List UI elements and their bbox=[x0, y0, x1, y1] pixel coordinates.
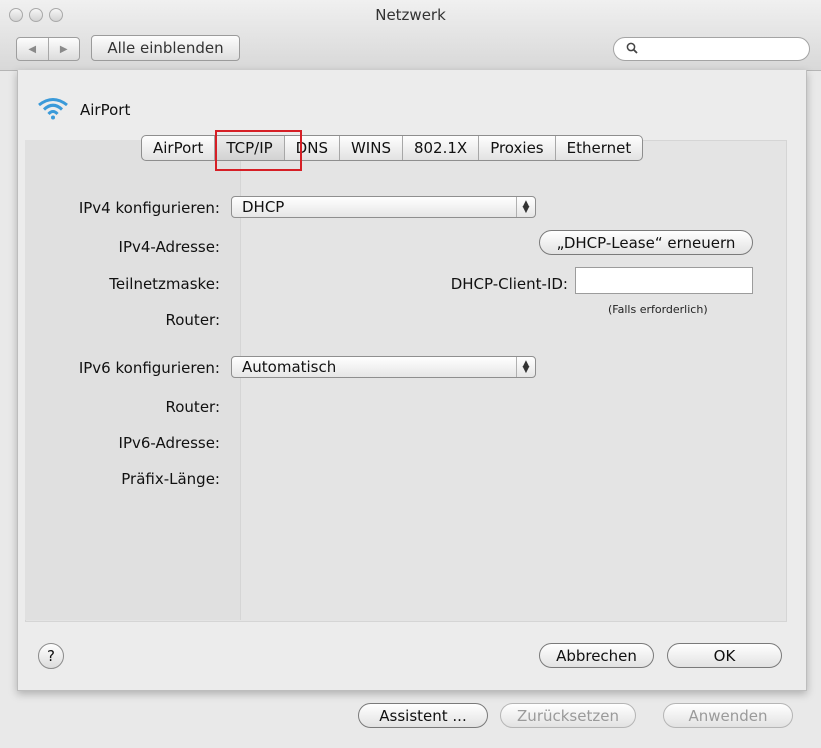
revert-button[interactable]: Zurücksetzen bbox=[500, 703, 636, 728]
apply-button[interactable]: Anwenden bbox=[663, 703, 793, 728]
ipv6-address-label: IPv6-Adresse: bbox=[118, 434, 220, 452]
service-name: AirPort bbox=[80, 101, 131, 119]
ok-button[interactable]: OK bbox=[667, 643, 782, 668]
subnet-mask-label: Teilnetzmaske: bbox=[109, 275, 220, 293]
ipv6-configure-label: IPv6 konfigurieren: bbox=[78, 359, 220, 377]
ipv4-configure-select[interactable]: DHCP ▲ ▼ bbox=[231, 196, 536, 218]
window-title: Netzwerk bbox=[375, 6, 446, 24]
cancel-button[interactable]: Abbrechen bbox=[539, 643, 654, 668]
renew-dhcp-lease-button[interactable]: „DHCP-Lease“ erneuern bbox=[539, 230, 753, 255]
ipv4-address-label: IPv4-Adresse: bbox=[118, 238, 220, 256]
service-header: AirPort bbox=[36, 96, 130, 124]
network-preferences-window: Netzwerk ◀ ▶ Alle einblenden AirPort Air… bbox=[0, 0, 821, 748]
tab-airport[interactable]: AirPort bbox=[142, 136, 216, 160]
tab-wins[interactable]: WINS bbox=[340, 136, 403, 160]
help-button[interactable]: ? bbox=[38, 643, 64, 669]
up-down-arrows-icon: ▲ ▼ bbox=[516, 357, 535, 377]
ipv6-configure-select[interactable]: Automatisch ▲ ▼ bbox=[231, 356, 536, 378]
up-down-arrows-icon: ▲ ▼ bbox=[516, 197, 535, 217]
ipv4-configure-label: IPv4 konfigurieren: bbox=[78, 199, 220, 217]
search-field[interactable] bbox=[613, 37, 810, 61]
back-arrow-icon[interactable]: ◀ bbox=[17, 38, 49, 60]
tab-802-1x[interactable]: 802.1X bbox=[403, 136, 480, 160]
dhcp-client-id-label: DHCP-Client-ID: bbox=[450, 275, 568, 293]
wifi-icon bbox=[36, 96, 70, 124]
highlight-box bbox=[215, 130, 302, 171]
search-icon bbox=[626, 42, 638, 58]
show-all-button[interactable]: Alle einblenden bbox=[91, 35, 240, 61]
forward-arrow-icon[interactable]: ▶ bbox=[49, 38, 80, 60]
tab-ethernet[interactable]: Ethernet bbox=[556, 136, 643, 160]
tab-proxies[interactable]: Proxies bbox=[479, 136, 556, 160]
ipv4-router-label: Router: bbox=[165, 311, 221, 329]
ipv6-router-label: Router: bbox=[165, 398, 221, 416]
prefix-length-label: Präfix-Länge: bbox=[121, 470, 220, 488]
title-bar: Netzwerk ◀ ▶ Alle einblenden bbox=[0, 0, 821, 71]
ipv4-configure-value: DHCP bbox=[242, 198, 285, 216]
dhcp-client-id-input[interactable] bbox=[575, 267, 753, 294]
assistant-button[interactable]: Assistent ... bbox=[358, 703, 488, 728]
navigation-buttons: ◀ ▶ bbox=[16, 37, 80, 61]
ipv6-configure-value: Automatisch bbox=[242, 358, 337, 376]
dhcp-client-id-hint: (Falls erforderlich) bbox=[608, 303, 708, 316]
